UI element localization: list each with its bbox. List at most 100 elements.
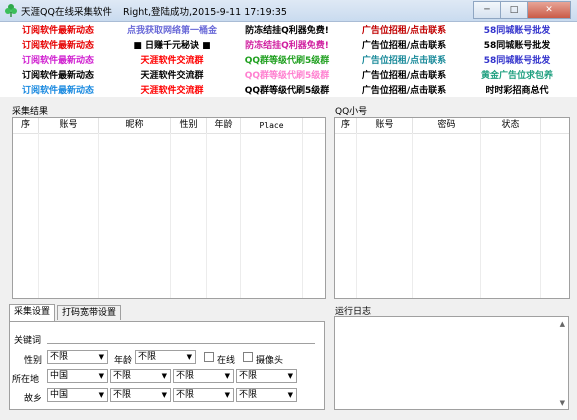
ad-link[interactable]: 58同城账号批发 [484, 23, 551, 36]
ad-link[interactable]: 订阅软件最新动态 [22, 53, 94, 66]
ad-link[interactable]: 广告位招租/点击联系 [362, 68, 446, 81]
minimize-button[interactable]: ─ [473, 1, 500, 19]
scroll-up-icon[interactable]: ▲ [560, 320, 565, 328]
location-country-select[interactable]: 中国 ▼ [47, 369, 108, 383]
ad-link[interactable]: QQ群等级代刷5级群 [245, 53, 330, 66]
column-header[interactable]: 账号 [39, 118, 99, 133]
app-logo-icon [5, 4, 17, 17]
results-table[interactable]: 序 账号 昵称 性别 年龄 Place [12, 117, 326, 299]
location-city-select[interactable]: 不限 ▼ [173, 369, 234, 383]
age-select-value: 不限 [138, 352, 157, 362]
column-header[interactable]: 序 [13, 118, 39, 133]
ad-link[interactable]: 广告位招租/点击联系 [362, 38, 446, 51]
ad-link[interactable]: QQ群等级代刷5级群 [245, 83, 330, 96]
select-value: 不限 [176, 371, 195, 381]
chevron-down-icon: ▼ [224, 372, 230, 380]
column-divider [356, 133, 357, 298]
column-header[interactable]: 序 [335, 118, 357, 133]
ad-link[interactable]: 广告位招租/点击联系 [362, 53, 446, 66]
scroll-down-icon[interactable]: ▼ [560, 399, 565, 407]
column-header[interactable]: 密码 [413, 118, 481, 133]
ad-link[interactable]: 58同城账号批发 [484, 38, 551, 51]
column-header[interactable]: 昵称 [99, 118, 171, 133]
hometown-city-select[interactable]: 不限 ▼ [173, 388, 234, 402]
ad-row: 订阅软件最新动态 天涯软件交流群 QQ群等级代刷5级群 广告位招租/点击联系 黄… [0, 67, 577, 82]
column-header[interactable]: 年龄 [207, 118, 241, 133]
ad-link[interactable]: QQ群等级代刷5级群 [245, 68, 330, 81]
column-divider [240, 133, 241, 298]
ad-link[interactable]: 订阅软件最新动态 [22, 23, 94, 36]
hometown-district-select[interactable]: 不限 ▼ [236, 388, 297, 402]
ad-link[interactable]: 防冻结挂Q利器免费! [245, 23, 329, 36]
select-value: 不限 [239, 371, 258, 381]
select-value: 中国 [50, 371, 69, 381]
column-divider [206, 133, 207, 298]
hometown-province-select[interactable]: 不限 ▼ [110, 388, 171, 402]
ad-row: 订阅软件最新动态 点我获取网络第一桶金 防冻结挂Q利器免费! 广告位招租/点击联… [0, 22, 577, 37]
ad-link[interactable]: 订阅软件最新动态 [22, 83, 94, 96]
ad-link[interactable]: 广告位招租/点击联系 [362, 23, 446, 36]
select-value: 中国 [50, 390, 69, 400]
select-value: 不限 [176, 390, 195, 400]
close-button[interactable]: ✕ [527, 1, 571, 19]
column-divider [98, 133, 99, 298]
chevron-down-icon: ▼ [161, 391, 167, 399]
results-group-label: 采集结果 [12, 107, 49, 117]
column-divider [38, 133, 39, 298]
login-status: Right,登陆成功,2015-9-11 17:19:35 [123, 7, 287, 18]
collect-settings-panel: 关键词 性别 不限 ▼ 年龄 不限 ▼ 在线 摄像头 所在地 中国 ▼ 不限 ▼… [9, 321, 325, 410]
keyword-label: 关键词 [14, 336, 42, 346]
camera-checkbox[interactable] [243, 352, 253, 362]
ad-link[interactable]: 天涯软件交流群 [140, 53, 203, 66]
tab-captcha-broadband-settings[interactable]: 打码宽带设置 [57, 305, 122, 320]
age-label: 年龄 [114, 356, 133, 366]
qq-accounts-table[interactable]: 序 账号 密码 状态 [334, 117, 570, 299]
ad-link[interactable]: 天涯软件交流群 [140, 68, 203, 81]
location-label: 所在地 [12, 375, 40, 385]
tab-collect-settings[interactable]: 采集设置 [9, 304, 56, 321]
location-district-select[interactable]: 不限 ▼ [236, 369, 297, 383]
ad-link[interactable]: 天涯软件交流群 [140, 83, 203, 96]
age-select[interactable]: 不限 ▼ [135, 350, 196, 364]
camera-label: 摄像头 [256, 356, 284, 366]
column-header[interactable]: 状态 [481, 118, 541, 133]
column-divider [170, 133, 171, 298]
location-province-select[interactable]: 不限 ▼ [110, 369, 171, 383]
column-header[interactable]: 账号 [357, 118, 413, 133]
select-value: 不限 [113, 390, 132, 400]
chevron-down-icon: ▼ [98, 353, 104, 361]
ad-link[interactable]: 时时彩招商总代 [485, 83, 548, 96]
hometown-country-select[interactable]: 中国 ▼ [47, 388, 108, 402]
results-table-header: 序 账号 昵称 性别 年龄 Place [13, 118, 325, 134]
ad-row: 订阅软件最新动态 ■ 日赚千元秘诀 ■ 防冻结挂Q利器免费! 广告位招租/点击联… [0, 37, 577, 52]
online-checkbox[interactable] [204, 352, 214, 362]
maximize-button[interactable]: □ [500, 1, 527, 19]
qq-group-label: QQ小号 [335, 107, 368, 117]
chevron-down-icon: ▼ [186, 353, 192, 361]
gender-select-value: 不限 [50, 352, 69, 362]
ad-link[interactable]: 黄金广告位求包养 [481, 68, 553, 81]
column-header[interactable]: Place [241, 118, 303, 133]
run-log-box[interactable]: ▲ ▼ [334, 316, 569, 410]
column-header[interactable]: 性别 [171, 118, 207, 133]
column-divider [540, 133, 541, 298]
column-divider [412, 133, 413, 298]
ad-link[interactable]: 点我获取网络第一桶金 [127, 23, 217, 36]
ad-link[interactable]: 订阅软件最新动态 [22, 38, 94, 51]
ad-link[interactable]: ■ 日赚千元秘诀 ■ [133, 38, 210, 51]
chevron-down-icon: ▼ [98, 372, 104, 380]
gender-select[interactable]: 不限 ▼ [47, 350, 108, 364]
keyword-input[interactable] [47, 330, 315, 344]
chevron-down-icon: ▼ [161, 372, 167, 380]
online-label: 在线 [217, 356, 236, 366]
select-value: 不限 [113, 371, 132, 381]
hometown-label: 故乡 [24, 394, 43, 404]
ad-link[interactable]: 广告位招租/点击联系 [362, 83, 446, 96]
chevron-down-icon: ▼ [98, 391, 104, 399]
qq-table-header: 序 账号 密码 状态 [335, 118, 569, 134]
ad-link[interactable]: 58同城账号批发 [484, 53, 551, 66]
ad-link[interactable]: 防冻结挂Q利器免费! [245, 38, 329, 51]
title-bar: 天涯QQ在线采集软件 Right,登陆成功,2015-9-11 17:19:35… [0, 0, 577, 22]
ad-row: 订阅软件最新动态 天涯软件交流群 QQ群等级代刷5级群 广告位招租/点击联系 时… [0, 82, 577, 97]
ad-link[interactable]: 订阅软件最新动态 [22, 68, 94, 81]
